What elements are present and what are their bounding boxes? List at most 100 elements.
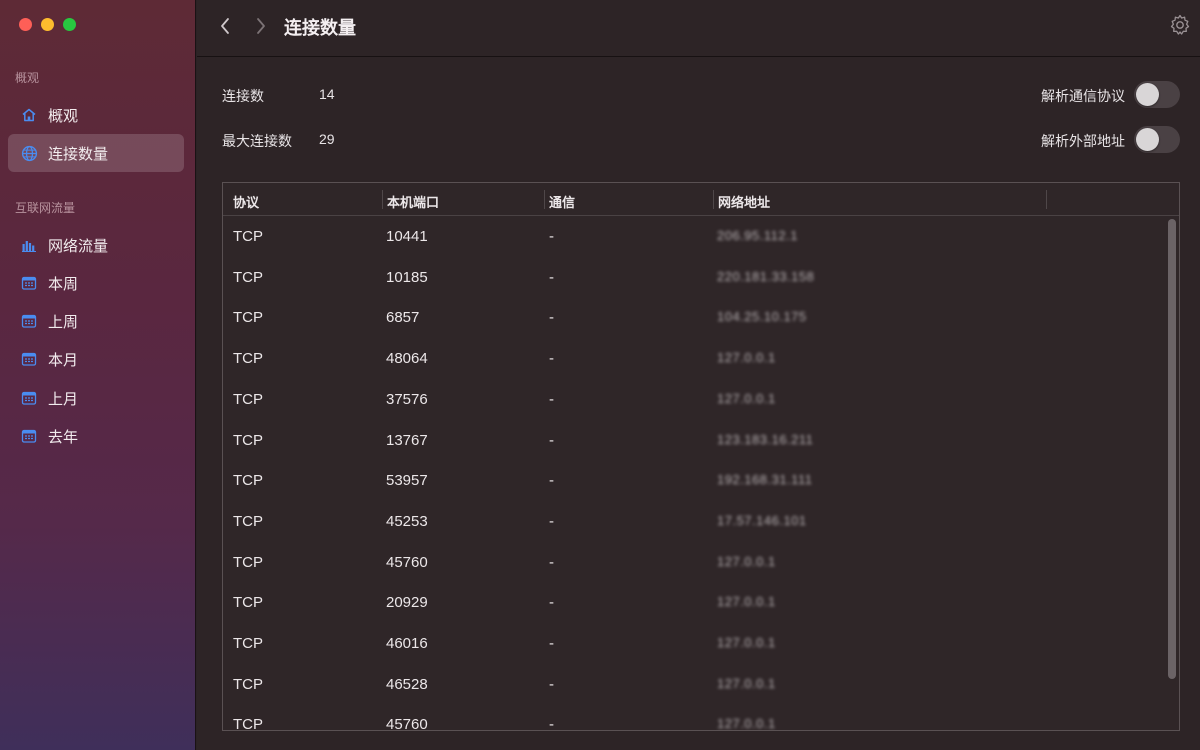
- column-divider[interactable]: [544, 190, 545, 209]
- cell-local-port: 37576: [386, 390, 428, 408]
- sidebar: 概观 概观 连接数量 互联网流量 网络流量 本周 上周 本月 上月 去年: [0, 0, 196, 750]
- cell-protocol: TCP: [233, 472, 263, 490]
- sidebar-item-last-year[interactable]: 去年: [8, 417, 184, 455]
- sidebar-item-label: 本周: [48, 275, 79, 293]
- cell-communication: -: [549, 350, 554, 368]
- cell-protocol: TCP: [233, 390, 263, 408]
- bar-chart-icon: [20, 236, 38, 254]
- cell-communication: -: [549, 594, 554, 612]
- sidebar-section-overview: 概观: [15, 71, 40, 85]
- sidebar-item-network-traffic[interactable]: 网络流量: [8, 226, 184, 264]
- sidebar-item-label: 去年: [48, 428, 79, 446]
- connections-label: 连接数: [222, 88, 264, 104]
- sidebar-item-this-week[interactable]: 本周: [8, 264, 184, 302]
- parse-external-label: 解析外部地址: [1041, 133, 1125, 149]
- column-header-communication[interactable]: 通信: [549, 192, 575, 211]
- table-row[interactable]: TCP 46528 - 127.0.0.1: [223, 664, 1163, 705]
- toolbar: 连接数量: [197, 0, 1200, 57]
- globe-icon: [20, 144, 38, 162]
- column-header-local-port[interactable]: 本机端口: [387, 192, 439, 211]
- table-row[interactable]: TCP 13767 - 123.183.16.211: [223, 420, 1163, 461]
- table-row[interactable]: TCP 6857 - 104.25.10.175: [223, 297, 1163, 338]
- column-divider[interactable]: [382, 190, 383, 209]
- sidebar-item-label: 本月: [48, 351, 79, 369]
- vertical-scrollbar[interactable]: [1168, 219, 1176, 679]
- sidebar-item-connections[interactable]: 连接数量: [8, 134, 184, 172]
- sidebar-item-last-month[interactable]: 上月: [8, 379, 184, 417]
- cell-protocol: TCP: [233, 675, 263, 693]
- table-row[interactable]: TCP 48064 - 127.0.0.1: [223, 338, 1163, 379]
- window-controls: [19, 18, 76, 31]
- column-divider[interactable]: [713, 190, 714, 209]
- cell-address: 17.57.146.101: [717, 512, 807, 528]
- toggle-knob: [1136, 83, 1159, 106]
- back-button[interactable]: [215, 15, 235, 37]
- cell-communication: -: [549, 675, 554, 693]
- cell-communication: -: [549, 309, 554, 327]
- parse-protocol-toggle[interactable]: [1134, 81, 1180, 108]
- sidebar-item-label: 上周: [48, 313, 79, 331]
- settings-button[interactable]: [1168, 13, 1192, 37]
- cell-communication: -: [549, 716, 554, 731]
- close-window-button[interactable]: [19, 18, 32, 31]
- cell-communication: -: [549, 472, 554, 490]
- cell-local-port: 45253: [386, 512, 428, 530]
- sidebar-item-last-week[interactable]: 上周: [8, 302, 184, 340]
- cell-address: 127.0.0.1: [717, 635, 776, 650]
- minimize-window-button[interactable]: [41, 18, 54, 31]
- column-divider[interactable]: [1046, 190, 1047, 209]
- cell-local-port: 45760: [386, 716, 428, 731]
- gear-icon: [1170, 14, 1190, 35]
- cell-communication: -: [549, 553, 554, 571]
- cell-address: 127.0.0.1: [717, 390, 776, 406]
- sidebar-item-overview[interactable]: 概观: [8, 96, 184, 134]
- parse-external-toggle[interactable]: [1134, 126, 1180, 153]
- table-row[interactable]: TCP 10185 - 220.181.33.158: [223, 257, 1163, 298]
- sidebar-item-this-month[interactable]: 本月: [8, 340, 184, 378]
- parse-protocol-label: 解析通信协议: [1041, 88, 1125, 104]
- home-icon: [20, 106, 38, 124]
- table-row[interactable]: TCP 46016 - 127.0.0.1: [223, 623, 1163, 664]
- cell-address: 123.183.16.211: [717, 431, 814, 447]
- cell-address: 127.0.0.1: [717, 553, 776, 569]
- table-header: 协议 本机端口 通信 网络地址: [223, 183, 1179, 216]
- sidebar-item-label: 概观: [48, 107, 79, 125]
- column-header-protocol[interactable]: 协议: [233, 192, 259, 211]
- cell-local-port: 48064: [386, 350, 428, 368]
- cell-protocol: TCP: [233, 431, 263, 449]
- column-header-address[interactable]: 网络地址: [718, 192, 770, 211]
- sidebar-section-internet: 互联网流量: [15, 201, 76, 215]
- table-row[interactable]: TCP 45760 - 127.0.0.1: [223, 542, 1163, 583]
- table-row[interactable]: TCP 20929 - 127.0.0.1: [223, 582, 1163, 623]
- cell-protocol: TCP: [233, 350, 263, 368]
- cell-communication: -: [549, 268, 554, 286]
- table-row[interactable]: TCP 37576 - 127.0.0.1: [223, 379, 1163, 420]
- cell-communication: -: [549, 228, 554, 245]
- cell-local-port: 45760: [386, 553, 428, 571]
- sidebar-item-label: 连接数量: [48, 145, 109, 163]
- zoom-window-button[interactable]: [63, 18, 76, 31]
- cell-protocol: TCP: [233, 512, 263, 530]
- cell-communication: -: [549, 431, 554, 449]
- cell-protocol: TCP: [233, 716, 263, 731]
- cell-local-port: 10441: [386, 228, 428, 245]
- cell-local-port: 53957: [386, 472, 428, 490]
- cell-communication: -: [549, 512, 554, 530]
- cell-local-port: 46016: [386, 635, 428, 652]
- cell-address: 127.0.0.1: [717, 716, 776, 731]
- cell-protocol: TCP: [233, 553, 263, 571]
- table-row[interactable]: TCP 45253 - 17.57.146.101: [223, 501, 1163, 542]
- forward-button[interactable]: [251, 15, 271, 37]
- table-row[interactable]: TCP 53957 - 192.168.31.111: [223, 460, 1163, 501]
- cell-protocol: TCP: [233, 635, 263, 652]
- calendar-icon: [20, 312, 38, 330]
- calendar-icon: [20, 389, 38, 407]
- calendar-icon: [20, 427, 38, 445]
- cell-address: 127.0.0.1: [717, 594, 776, 610]
- page-title: 连接数量: [284, 18, 356, 38]
- table-row[interactable]: TCP 10441 - 206.95.112.1: [223, 216, 1163, 257]
- calendar-icon: [20, 350, 38, 368]
- table-row[interactable]: TCP 45760 - 127.0.0.1: [223, 704, 1163, 731]
- cell-communication: -: [549, 635, 554, 652]
- cell-protocol: TCP: [233, 268, 263, 286]
